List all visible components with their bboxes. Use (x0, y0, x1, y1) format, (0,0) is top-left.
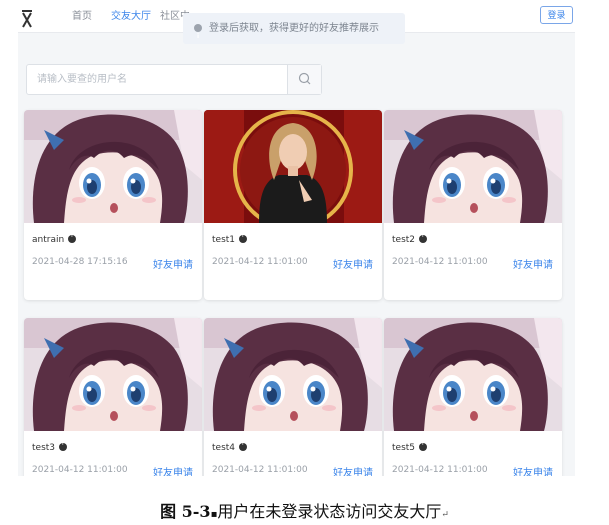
figure-label: 图 5-3 (160, 502, 211, 521)
user-avatar-image[interactable] (384, 110, 562, 223)
info-circle-icon (194, 21, 202, 52)
friend-request-button[interactable]: 好友申请 (333, 256, 373, 271)
friend-request-button[interactable]: 好友申请 (153, 464, 193, 476)
user-card[interactable]: test5 2021-04-12 11:01:00 好友申请 (384, 318, 562, 476)
user-avatar-image[interactable] (384, 318, 562, 431)
friend-request-button[interactable]: 好友申请 (153, 256, 193, 271)
user-join-time: 2021-04-12 11:01:00 (392, 465, 488, 475)
friend-request-button[interactable]: 好友申请 (513, 256, 553, 271)
search-button[interactable] (287, 65, 321, 94)
user-join-time: 2021-04-12 11:01:00 (392, 257, 488, 267)
search-input[interactable] (27, 65, 289, 94)
search-icon (298, 72, 311, 85)
woman-photo-avatar (204, 110, 382, 223)
friend-request-button[interactable]: 好友申请 (513, 464, 553, 476)
nav-friend-hall[interactable]: 交友大厅 (111, 7, 151, 22)
info-badge-icon (419, 232, 428, 243)
user-join-time: 2021-04-28 17:15:16 (32, 257, 128, 267)
user-avatar-image[interactable] (204, 318, 382, 431)
anime-girl-avatar (204, 318, 382, 431)
info-badge-icon (68, 232, 77, 243)
user-name[interactable]: test1 (212, 232, 248, 245)
user-name[interactable]: test2 (392, 232, 428, 245)
login-notice-toast: 登录后获取，获得更好的好友推荐展示 (183, 13, 405, 52)
info-badge-icon (239, 232, 248, 243)
user-search-bar (26, 64, 322, 95)
user-card[interactable]: test3 2021-04-12 11:01:00 好友申请 (24, 318, 202, 476)
info-badge-icon (239, 440, 248, 451)
anime-girl-avatar (24, 110, 202, 223)
info-badge-icon (59, 440, 68, 451)
user-join-time: 2021-04-12 11:01:00 (212, 465, 308, 475)
logo-icon (22, 10, 32, 28)
user-avatar-image[interactable] (204, 110, 382, 223)
figure-caption: 图 5-3▪用户在未登录状态访问交友大厅↵ (160, 502, 449, 521)
app-window: 首页 交友大厅 社区中 登录 登录后获取，获得更好的好友推荐展示 antrain… (18, 0, 575, 476)
user-card[interactable]: test4 2021-04-12 11:01:00 好友申请 (204, 318, 382, 476)
user-join-time: 2021-04-12 11:01:00 (212, 257, 308, 267)
nav-home[interactable]: 首页 (72, 7, 92, 22)
user-avatar-image[interactable] (24, 318, 202, 431)
figure-title: 用户在未登录状态访问交友大厅 (217, 502, 442, 521)
user-card[interactable]: test2 2021-04-12 11:01:00 好友申请 (384, 110, 562, 300)
anime-girl-avatar (384, 318, 562, 431)
user-card[interactable]: test1 2021-04-12 11:01:00 好友申请 (204, 110, 382, 300)
user-name[interactable]: test4 (212, 440, 248, 453)
anime-girl-avatar (384, 110, 562, 223)
anime-girl-avatar (24, 318, 202, 431)
info-badge-icon (419, 440, 428, 451)
notice-text: 登录后获取，获得更好的好友推荐展示 (209, 23, 379, 34)
friend-request-button[interactable]: 好友申请 (333, 464, 373, 476)
user-name[interactable]: antrain (32, 232, 77, 245)
user-avatar-image[interactable] (24, 110, 202, 223)
user-name[interactable]: test3 (32, 440, 68, 453)
user-card[interactable]: antrain 2021-04-28 17:15:16 好友申请 (24, 110, 202, 300)
login-button[interactable]: 登录 (540, 6, 573, 24)
user-join-time: 2021-04-12 11:01:00 (32, 465, 128, 475)
user-name[interactable]: test5 (392, 440, 428, 453)
